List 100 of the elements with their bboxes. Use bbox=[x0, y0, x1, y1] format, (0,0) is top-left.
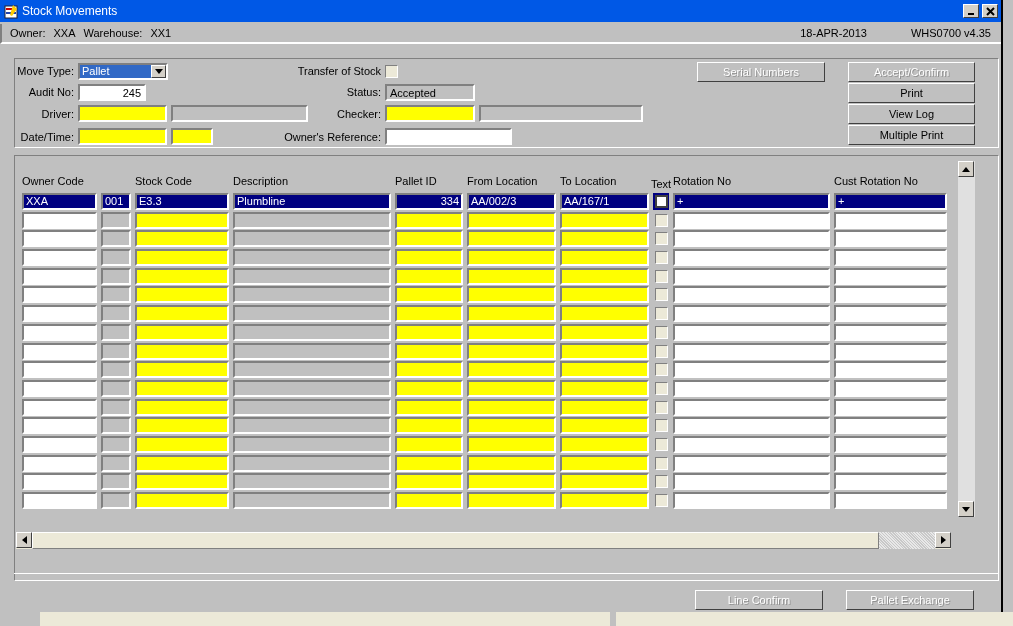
table-cell[interactable] bbox=[101, 435, 131, 453]
table-cell[interactable] bbox=[101, 417, 131, 435]
table-cell[interactable] bbox=[101, 342, 131, 360]
table-cell[interactable] bbox=[101, 398, 131, 416]
text-checkbox[interactable] bbox=[654, 400, 668, 414]
table-cell[interactable] bbox=[22, 454, 97, 472]
text-checkbox[interactable] bbox=[654, 363, 668, 377]
scroll-up-icon[interactable] bbox=[958, 161, 974, 177]
status-field[interactable]: Accepted bbox=[385, 83, 475, 101]
table-cell[interactable] bbox=[22, 473, 97, 491]
table-cell[interactable] bbox=[467, 286, 556, 304]
table-cell[interactable] bbox=[395, 379, 463, 397]
transfer-checkbox[interactable] bbox=[385, 64, 398, 78]
table-cell[interactable] bbox=[560, 230, 649, 248]
time-field[interactable] bbox=[171, 128, 213, 145]
table-cell[interactable] bbox=[673, 417, 830, 435]
table-cell[interactable] bbox=[22, 379, 97, 397]
table-cell[interactable] bbox=[560, 342, 649, 360]
table-cell[interactable] bbox=[467, 305, 556, 323]
table-cell[interactable] bbox=[233, 492, 391, 509]
text-checkbox[interactable] bbox=[654, 456, 668, 470]
table-cell[interactable] bbox=[135, 492, 229, 509]
table-cell[interactable] bbox=[135, 286, 229, 304]
text-checkbox[interactable] bbox=[654, 494, 668, 507]
table-cell[interactable] bbox=[673, 342, 830, 360]
table-cell[interactable] bbox=[395, 249, 463, 267]
table-cell[interactable] bbox=[22, 398, 97, 416]
table-cell[interactable] bbox=[673, 473, 830, 491]
table-cell[interactable] bbox=[101, 454, 131, 472]
table-cell[interactable] bbox=[467, 211, 556, 229]
table-cell[interactable] bbox=[834, 454, 947, 472]
table-cell[interactable] bbox=[135, 323, 229, 341]
table-cell[interactable] bbox=[135, 379, 229, 397]
table-cell[interactable] bbox=[673, 323, 830, 341]
table-cell[interactable]: 334 bbox=[395, 193, 463, 210]
table-cell[interactable]: + bbox=[673, 193, 830, 210]
table-cell[interactable] bbox=[395, 473, 463, 491]
table-cell[interactable] bbox=[135, 454, 229, 472]
table-cell[interactable] bbox=[22, 342, 97, 360]
table-cell[interactable] bbox=[395, 211, 463, 229]
table-cell[interactable] bbox=[22, 211, 97, 229]
text-checkbox[interactable] bbox=[654, 437, 668, 451]
table-cell[interactable] bbox=[233, 379, 391, 397]
text-checkbox[interactable] bbox=[654, 325, 668, 339]
table-cell[interactable] bbox=[834, 211, 947, 229]
table-cell[interactable] bbox=[135, 398, 229, 416]
table-cell[interactable] bbox=[834, 379, 947, 397]
table-cell[interactable] bbox=[233, 417, 391, 435]
checker-name-field[interactable] bbox=[479, 105, 643, 122]
table-cell[interactable] bbox=[101, 211, 131, 229]
table-cell[interactable] bbox=[673, 361, 830, 379]
table-cell[interactable] bbox=[560, 417, 649, 435]
table-cell[interactable] bbox=[101, 286, 131, 304]
table-cell[interactable] bbox=[395, 230, 463, 248]
text-checkbox[interactable] bbox=[654, 232, 668, 246]
table-cell[interactable] bbox=[233, 286, 391, 304]
text-checkbox[interactable] bbox=[654, 251, 668, 265]
table-cell[interactable] bbox=[22, 267, 97, 285]
button[interactable]: Print bbox=[848, 83, 975, 103]
driver-name-field[interactable] bbox=[171, 105, 308, 122]
table-cell[interactable] bbox=[233, 398, 391, 416]
table-cell[interactable] bbox=[467, 323, 556, 341]
table-cell[interactable] bbox=[233, 454, 391, 472]
table-cell[interactable] bbox=[395, 492, 463, 509]
table-cell[interactable] bbox=[135, 435, 229, 453]
table-cell[interactable] bbox=[22, 323, 97, 341]
text-checkbox[interactable] bbox=[654, 344, 668, 358]
table-cell[interactable] bbox=[560, 435, 649, 453]
minimize-button[interactable] bbox=[963, 4, 979, 18]
table-cell[interactable] bbox=[467, 249, 556, 267]
table-cell[interactable] bbox=[233, 230, 391, 248]
table-cell[interactable] bbox=[395, 417, 463, 435]
table-cell[interactable] bbox=[467, 342, 556, 360]
text-checkbox[interactable] bbox=[654, 269, 668, 283]
table-cell[interactable] bbox=[101, 379, 131, 397]
table-cell[interactable] bbox=[467, 435, 556, 453]
table-cell[interactable] bbox=[22, 230, 97, 248]
table-cell[interactable] bbox=[22, 492, 97, 509]
table-cell[interactable] bbox=[233, 323, 391, 341]
table-cell[interactable] bbox=[233, 249, 391, 267]
table-cell[interactable] bbox=[22, 361, 97, 379]
table-cell[interactable] bbox=[560, 379, 649, 397]
table-cell[interactable] bbox=[395, 323, 463, 341]
text-checkbox[interactable] bbox=[654, 195, 668, 208]
table-cell[interactable] bbox=[673, 267, 830, 285]
table-cell[interactable] bbox=[834, 361, 947, 379]
table-cell[interactable] bbox=[467, 398, 556, 416]
table-cell[interactable] bbox=[233, 305, 391, 323]
table-cell[interactable] bbox=[560, 286, 649, 304]
table-cell[interactable] bbox=[467, 361, 556, 379]
table-cell[interactable] bbox=[467, 230, 556, 248]
table-cell[interactable] bbox=[467, 473, 556, 491]
table-cell[interactable] bbox=[101, 230, 131, 248]
table-cell[interactable] bbox=[560, 492, 649, 509]
table-cell[interactable] bbox=[673, 230, 830, 248]
table-cell[interactable] bbox=[22, 249, 97, 267]
table-cell[interactable] bbox=[834, 267, 947, 285]
table-cell[interactable] bbox=[560, 211, 649, 229]
table-cell[interactable] bbox=[135, 342, 229, 360]
vertical-scrollbar[interactable] bbox=[957, 161, 975, 517]
